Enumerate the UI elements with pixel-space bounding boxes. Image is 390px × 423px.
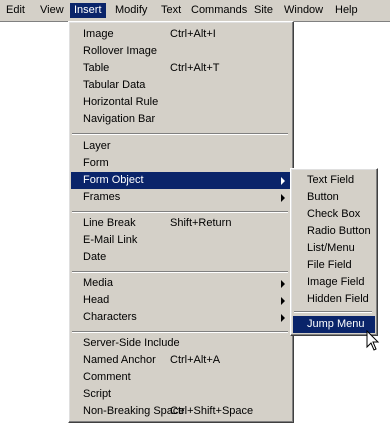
submenu-item-file-field[interactable]: File Field [293,257,375,274]
menu-item-email-link[interactable]: E-Mail Link [71,232,291,249]
menu-item-line-break[interactable]: Line Break Shift+Return [71,215,291,232]
menu-item-label: File Field [307,259,352,271]
menu-item-shortcut: Ctrl+Shift+Space [170,405,254,417]
menu-item-label: Image [83,28,114,40]
menu-item-label: List/Menu [307,242,355,254]
menu-item-label: Image Field [307,276,365,288]
menu-item-media[interactable]: Media [71,275,291,292]
menu-item-label: Layer [83,140,111,152]
menu-item-label: Tabular Data [83,79,146,91]
menu-separator [294,311,372,313]
menu-separator [72,271,288,273]
menu-separator [72,133,288,135]
submenu-arrow-icon [281,194,285,202]
menu-bar: Edit View Insert Modify Text Commands Si… [0,0,390,22]
submenu-item-image-field[interactable]: Image Field [293,274,375,291]
menu-item-label: Named Anchor [83,354,156,366]
menu-item-server-side-include[interactable]: Server-Side Include [71,335,291,352]
menu-modify[interactable]: Modify [111,3,151,18]
mouse-pointer-icon [366,330,380,351]
menu-item-label: Comment [83,371,131,383]
menu-item-non-breaking-space[interactable]: Non-Breaking Space Ctrl+Shift+Space [71,403,291,420]
menu-item-label: Button [307,191,339,203]
menu-item-shortcut: Ctrl+Alt+I [170,28,216,40]
menu-text[interactable]: Text [157,3,185,18]
submenu-item-jump-menu[interactable]: Jump Menu [293,316,375,333]
menu-item-table[interactable]: Table Ctrl+Alt+T [71,60,291,77]
menu-item-head[interactable]: Head [71,292,291,309]
menu-item-label: Rollover Image [83,45,157,57]
menu-item-label: Frames [83,191,121,203]
menu-item-image[interactable]: Image Ctrl+Alt+I [71,26,291,43]
menu-item-navigation-bar[interactable]: Navigation Bar [71,111,291,128]
menu-item-layer[interactable]: Layer [71,138,291,155]
menu-item-label: Hidden Field [307,293,369,305]
menu-item-shortcut: Ctrl+Alt+A [170,354,221,366]
submenu-arrow-icon [281,314,285,322]
menu-item-comment[interactable]: Comment [71,369,291,386]
submenu-item-list-menu[interactable]: List/Menu [293,240,375,257]
menu-item-label: Form Object [83,174,144,186]
menu-separator [72,211,288,213]
menu-item-label: Characters [83,311,137,323]
submenu-item-text-field[interactable]: Text Field [293,172,375,189]
menu-item-label: Check Box [307,208,361,220]
menu-item-label: Text Field [307,174,355,186]
submenu-arrow-icon [281,297,285,305]
menu-item-script[interactable]: Script [71,386,291,403]
menu-item-form[interactable]: Form [71,155,291,172]
form-object-submenu: Text Field Button Check Box Radio Button… [290,168,378,336]
menu-item-label: Date [83,251,107,263]
menu-item-label: E-Mail Link [83,234,138,246]
menu-commands[interactable]: Commands [187,3,251,18]
menu-item-shortcut: Shift+Return [170,217,232,229]
submenu-arrow-icon [281,280,285,288]
menu-item-tabular-data[interactable]: Tabular Data [71,77,291,94]
menu-insert[interactable]: Insert [70,3,106,18]
menu-view[interactable]: View [36,3,68,18]
menu-item-label: Radio Button [307,225,371,237]
menu-item-label: Table [83,62,110,74]
menu-item-label: Horizontal Rule [83,96,159,108]
menu-item-named-anchor[interactable]: Named Anchor Ctrl+Alt+A [71,352,291,369]
menu-site[interactable]: Site [250,3,277,18]
menu-item-label: Head [83,294,110,306]
menu-item-shortcut: Ctrl+Alt+T [170,62,220,74]
menu-item-horizontal-rule[interactable]: Horizontal Rule [71,94,291,111]
submenu-item-check-box[interactable]: Check Box [293,206,375,223]
menu-item-form-object[interactable]: Form Object [71,172,291,189]
menu-separator [72,331,288,333]
menu-item-label: Form [83,157,109,169]
menu-item-rollover-image[interactable]: Rollover Image [71,43,291,60]
menu-item-label: Script [83,388,112,400]
menu-window[interactable]: Window [280,3,327,18]
menu-item-label: Line Break [83,217,136,229]
menu-item-date[interactable]: Date [71,249,291,266]
menu-item-label: Server-Side Include [83,337,180,349]
menu-item-label: Navigation Bar [83,113,156,125]
menu-item-frames[interactable]: Frames [71,189,291,206]
submenu-arrow-icon [281,177,285,185]
menu-item-label: Media [83,277,113,289]
submenu-item-hidden-field[interactable]: Hidden Field [293,291,375,308]
menu-item-characters[interactable]: Characters [71,309,291,326]
insert-menu: Image Ctrl+Alt+I Rollover Image Table Ct… [68,21,294,423]
menu-edit[interactable]: Edit [2,3,29,18]
menu-help[interactable]: Help [331,3,362,18]
menu-item-label: Jump Menu [307,318,365,330]
submenu-item-radio-button[interactable]: Radio Button [293,223,375,240]
submenu-item-button[interactable]: Button [293,189,375,206]
